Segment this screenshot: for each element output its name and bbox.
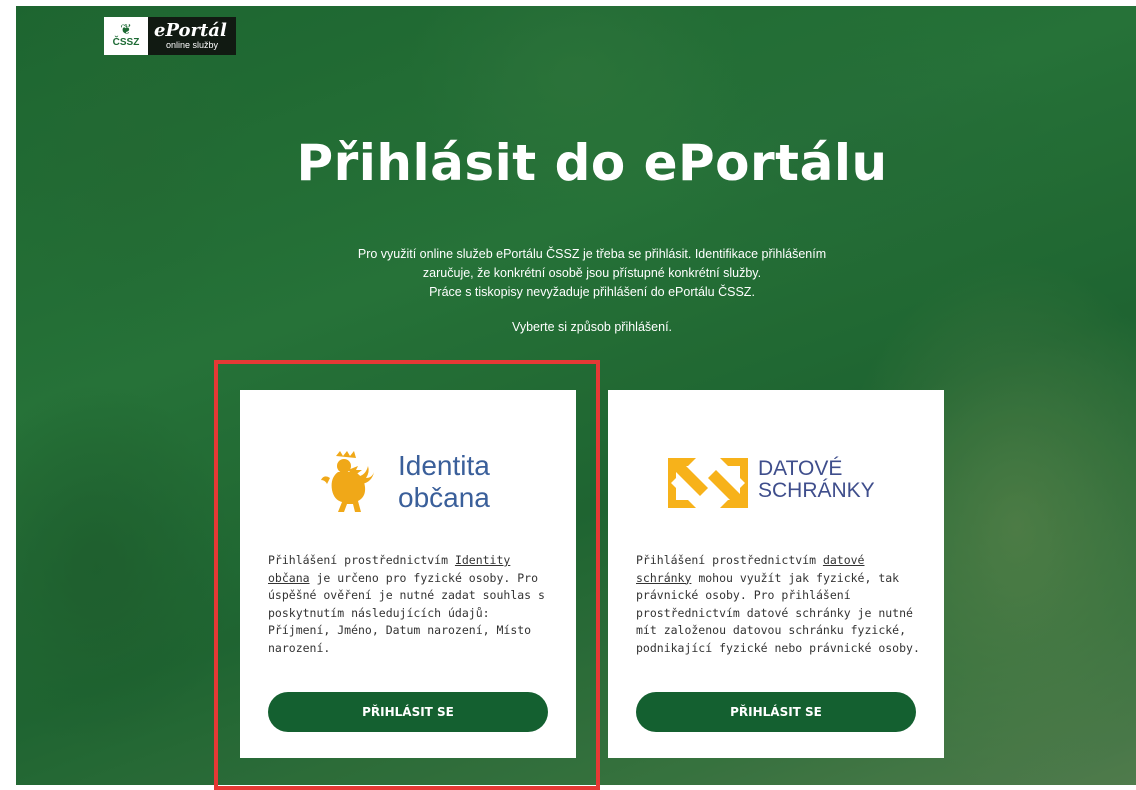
- ds-text-before: Přihlášení prostřednictvím: [636, 553, 823, 567]
- choose-method-text: Vyberte si způsob přihlášení.: [511, 320, 673, 334]
- eportal-brand: ePortál online služby: [148, 17, 236, 55]
- datove-schranky-arrows-icon: [668, 458, 748, 508]
- identita-login-button[interactable]: PŘIHLÁSIT SE: [268, 692, 548, 732]
- intro-text: Pro využití online služeb ePortálu ČSSZ …: [292, 245, 892, 302]
- eportal-subtitle: online služby: [166, 40, 219, 50]
- cssz-emblem-icon: ❦: [120, 22, 132, 38]
- identita-text-after: je určeno pro fyzické osoby. Pro úspěšné…: [268, 570, 545, 655]
- identita-obcana-title: Identita občana: [398, 450, 490, 514]
- eportal-logo[interactable]: ❦ ČSSZ ePortál online služby: [104, 17, 236, 55]
- datove-schranky-description: Přihlášení prostřednictvím datové schrán…: [636, 552, 926, 657]
- cssz-logo-box: ❦ ČSSZ: [104, 17, 148, 55]
- identita-text-before: Přihlášení prostřednictvím: [268, 553, 455, 567]
- cssz-abbr: ČSSZ: [112, 37, 140, 48]
- intro-line: zaručuje, že konkrétní osobě jsou přístu…: [422, 266, 762, 280]
- intro-line: Pro využití online služeb ePortálu ČSSZ …: [357, 247, 827, 261]
- login-card-datove-schranky: DATOVÉ SCHRÁNKY Přihlášení prostřednictv…: [608, 390, 944, 758]
- eportal-name: ePortál: [154, 20, 227, 41]
- identita-title-line2: občana: [398, 482, 490, 513]
- page-title: Přihlásit do ePortálu: [296, 134, 888, 192]
- identita-description: Přihlášení prostřednictvím Identity obča…: [268, 552, 558, 657]
- hero-background: [16, 6, 1136, 785]
- czech-lion-icon: [321, 451, 374, 512]
- identita-title-line1: Identita: [398, 450, 490, 481]
- intro-line: Práce s tiskopisy nevyžaduje přihlášení …: [429, 285, 755, 299]
- login-card-identita-obcana: Identita občana Přihlášení prostřednictv…: [240, 390, 576, 758]
- datove-schranky-login-button[interactable]: PŘIHLÁSIT SE: [636, 692, 916, 732]
- identita-obcana-logo: Identita občana: [240, 450, 576, 520]
- ds-title-line1: DATOVÉ: [758, 457, 843, 480]
- datove-schranky-logo: DATOVÉ SCHRÁNKY: [608, 450, 944, 520]
- datove-schranky-title: DATOVÉ SCHRÁNKY: [758, 458, 875, 502]
- ds-title-line2: SCHRÁNKY: [758, 479, 875, 502]
